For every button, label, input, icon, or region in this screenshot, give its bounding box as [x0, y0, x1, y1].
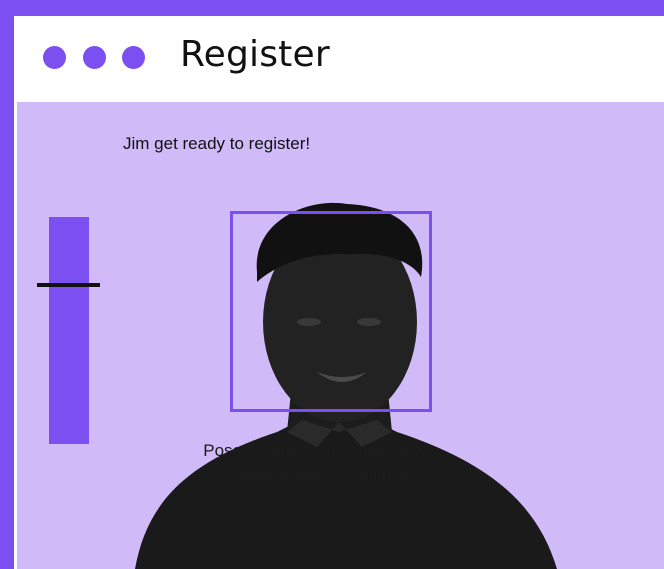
- face-detection-box: [230, 211, 432, 412]
- title-bar: Register: [14, 16, 664, 102]
- window-title: Register: [180, 34, 330, 75]
- window-control-dot-1[interactable]: [43, 46, 66, 69]
- window-control-dot-3[interactable]: [122, 46, 145, 69]
- pose-meter-bar: [49, 217, 89, 444]
- pose-meter-marker: [37, 283, 100, 287]
- pose-instruction: Pose to register: looking_down: [203, 441, 436, 460]
- continue-instruction: Press space to continue: [228, 465, 411, 484]
- register-window: Register Jim get ready to register! Pose…: [14, 16, 664, 569]
- camera-view: Jim get ready to register! Pose to regis…: [17, 102, 664, 569]
- window-control-dot-2[interactable]: [83, 46, 106, 69]
